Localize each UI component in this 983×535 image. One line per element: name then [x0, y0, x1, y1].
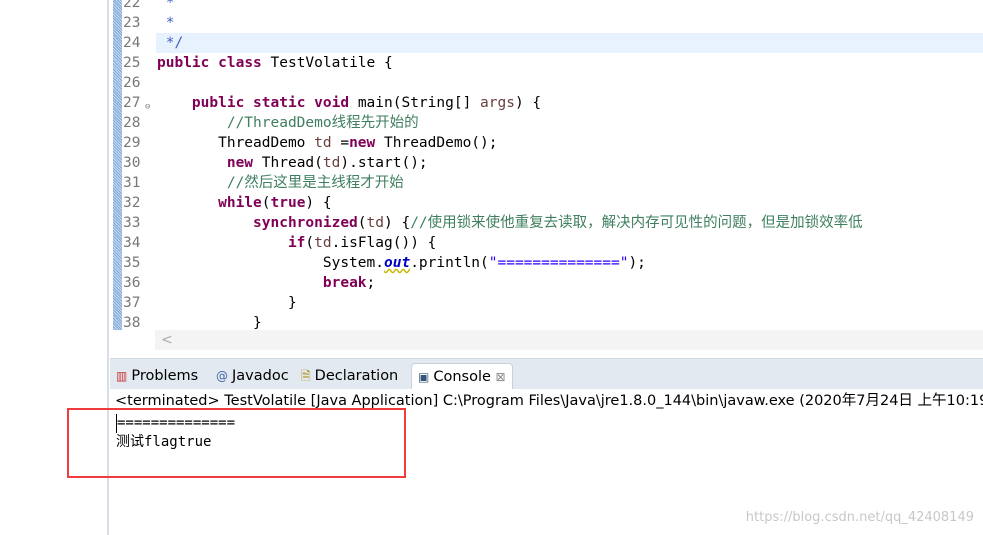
code-line[interactable]: 25 public class TestVolatile { — [110, 53, 983, 73]
code-line[interactable]: 27 public static void main(String[] args… — [110, 93, 983, 113]
line-number: 35 — [123, 255, 141, 271]
line-number: 22 — [123, 0, 141, 11]
code-line[interactable]: 31 //然后这里是主线程才开始 — [110, 173, 983, 193]
tab-javadoc[interactable]: @ Javadoc — [216, 363, 289, 389]
highlight-box — [67, 408, 406, 478]
code-line[interactable]: 29 ThreadDemo td =new ThreadDemo(); — [110, 133, 983, 153]
code-text[interactable] — [156, 73, 983, 93]
tab-declaration[interactable]: 🗎 Declaration — [301, 363, 398, 389]
line-number: 32 — [123, 195, 141, 211]
code-text[interactable]: break; — [156, 273, 983, 293]
line-number: 29 — [123, 135, 141, 151]
line-number: 33 — [123, 215, 141, 231]
horizontal-scrollbar[interactable]: < — [155, 330, 983, 350]
code-text[interactable]: System.out.println("=============="); — [156, 253, 983, 273]
code-text[interactable]: * — [156, 13, 983, 33]
code-text[interactable]: * — [156, 0, 983, 13]
code-line[interactable]: 35 System.out.println("=============="); — [110, 253, 983, 273]
code-line[interactable]: 22 * — [110, 0, 983, 13]
line-number: 34 — [123, 235, 141, 251]
line-number: 28 — [123, 115, 141, 131]
code-line[interactable]: 23 * — [110, 13, 983, 33]
code-text[interactable]: synchronized(td) {//使用锁来使他重复去读取，解决内存可见性的… — [156, 213, 983, 233]
javadoc-icon: @ — [216, 369, 228, 383]
view-tab-bar: ▥ Problems @ Javadoc 🗎 Declaration ▣ Console… — [110, 358, 983, 390]
code-text[interactable]: while(true) { — [156, 193, 983, 213]
problems-icon: ▥ — [116, 369, 128, 383]
code-text[interactable]: new Thread(td).start(); — [156, 153, 983, 173]
line-number: 26 — [123, 75, 141, 91]
code-line[interactable]: 36 break; — [110, 273, 983, 293]
line-number: 25 — [123, 55, 141, 71]
code-line[interactable]: 32 while(true) { — [110, 193, 983, 213]
line-number: 37 — [123, 295, 141, 311]
code-line[interactable]: 34 if(td.isFlag()) { — [110, 233, 983, 253]
line-number: 24 — [123, 35, 141, 51]
code-text[interactable]: //ThreadDemo线程先开始的 — [156, 113, 983, 133]
code-text[interactable]: if(td.isFlag()) { — [156, 233, 983, 253]
watermark: https://blog.csdn.net/qq_42408149 — [745, 510, 974, 525]
code-text[interactable]: public class TestVolatile { — [156, 53, 983, 73]
code-editor[interactable]: 22 * 23 * 24 */25 public class TestVolatile… — [110, 0, 983, 350]
code-text[interactable]: } — [156, 293, 983, 313]
tab-console[interactable]: ▣ Console ⊠ — [411, 363, 513, 390]
code-line[interactable]: 30 new Thread(td).start(); — [110, 153, 983, 173]
code-line[interactable]: 28 //ThreadDemo线程先开始的 — [110, 113, 983, 133]
code-text[interactable]: ThreadDemo td =new ThreadDemo(); — [156, 133, 983, 153]
code-line[interactable]: 37 } — [110, 293, 983, 313]
code-text[interactable]: */ — [156, 33, 983, 53]
line-number: 30 — [123, 155, 141, 171]
code-text[interactable]: public static void main(String[] args) { — [156, 93, 983, 113]
tab-problems[interactable]: ▥ Problems — [116, 363, 198, 389]
line-number: 27 — [123, 95, 141, 111]
code-line[interactable]: 26 — [110, 73, 983, 93]
line-number: 23 — [123, 15, 141, 31]
console-icon: ▣ — [418, 370, 430, 384]
close-icon[interactable]: ⊠ — [496, 370, 506, 384]
code-line[interactable]: 33 synchronized(td) {//使用锁来使他重复去读取，解决内存可… — [110, 213, 983, 233]
scroll-left-icon[interactable]: < — [161, 332, 173, 348]
line-number: 36 — [123, 275, 141, 291]
line-number: 38 — [123, 315, 141, 331]
code-line[interactable]: 24 */ — [110, 33, 983, 53]
line-number: 31 — [123, 175, 141, 191]
declaration-icon: 🗎 — [301, 369, 311, 383]
code-text[interactable]: //然后这里是主线程才开始 — [156, 173, 983, 193]
